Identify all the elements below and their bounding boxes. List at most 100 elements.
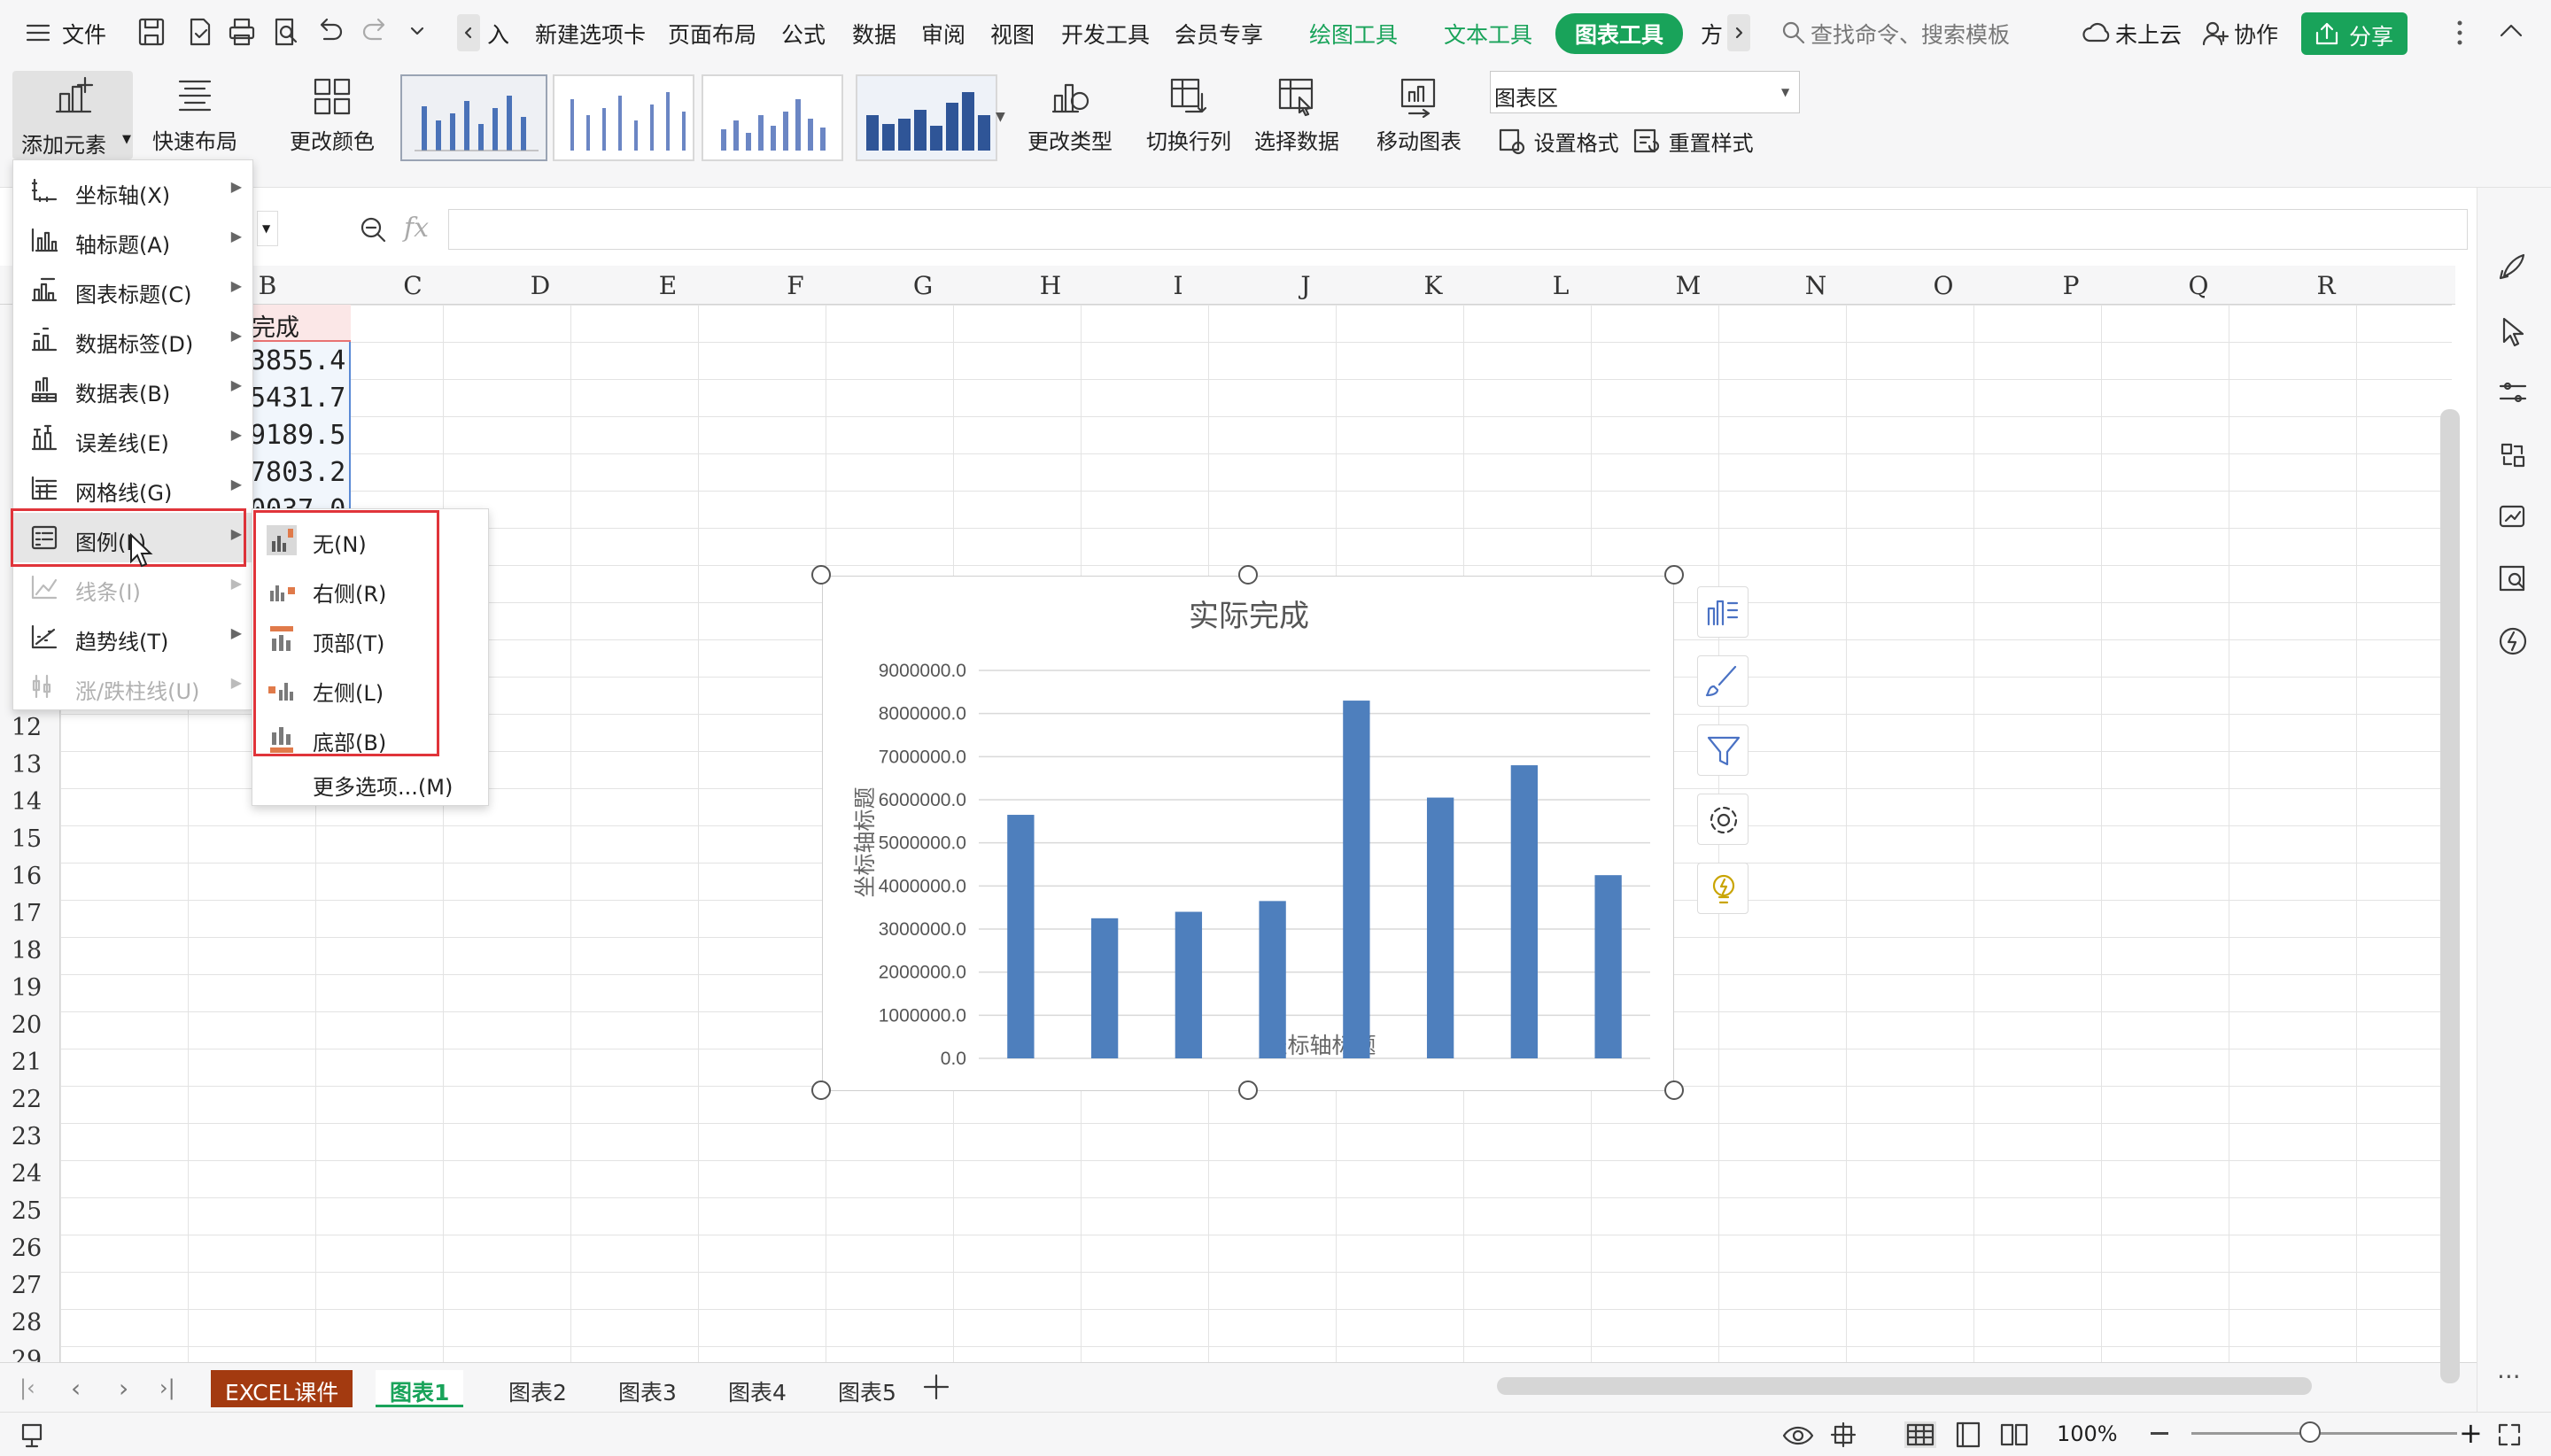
row-header[interactable]: 25 [0,1197,53,1225]
bar-5[interactable] [1343,701,1370,1058]
chart-elements-button[interactable] [1697,586,1748,638]
quick-access-dropdown-icon[interactable] [409,23,425,39]
search-input[interactable]: 查找命令、搜索模板 [1811,18,2010,50]
change-type-button[interactable]: 更改类型 [1020,74,1120,155]
column-header-r[interactable]: R [2308,271,2344,300]
legend-more-options[interactable]: 更多选项...(M) [252,761,488,803]
last-sheet-icon[interactable]: ›| [159,1375,175,1400]
row-header[interactable]: 23 [0,1123,53,1150]
next-sheet-icon[interactable]: › [119,1374,128,1403]
undo-icon[interactable] [315,16,345,48]
menu-item-chart-title[interactable]: 图表标题(C) ▶ [13,265,252,314]
resize-handle[interactable] [811,1080,831,1100]
add-element-button[interactable]: 添加元素 ▼ [12,71,133,159]
menu-item-axis-title[interactable]: 轴标题(A) ▶ [13,215,252,265]
tab-view[interactable]: 视图 [990,18,1035,50]
menu-item-gridlines[interactable]: 网格线(G) ▶ [13,463,252,513]
sheet-tab[interactable]: 图表5 [824,1370,911,1407]
row-header[interactable]: 21 [0,1049,53,1076]
chart-gallery-icon[interactable] [2497,501,2529,533]
change-color-button[interactable]: 更改颜色 [275,74,390,155]
prev-sheet-icon[interactable]: ‹ [71,1374,81,1403]
tab-scroll-right-icon[interactable] [1727,14,1750,51]
row-header[interactable]: 14 [0,788,53,816]
sheet-tab[interactable]: 图表3 [604,1370,691,1407]
header-cell[interactable]: 完成 [250,305,351,342]
reset-style-button[interactable]: 重置样式 [1632,126,1754,157]
tab-chart-tools[interactable]: 图表工具 [1555,13,1684,54]
add-sheet-icon[interactable] [921,1372,951,1402]
share-button[interactable]: 分享 [2301,12,2408,55]
row-header[interactable]: 26 [0,1235,53,1262]
cell-focus-icon[interactable] [1830,1421,1862,1448]
row-header[interactable]: 15 [0,825,53,853]
tab-review[interactable]: 审阅 [921,18,965,50]
more-options-icon[interactable] [2455,18,2464,48]
tab-data[interactable]: 数据 [852,18,896,50]
horizontal-scrollbar[interactable] [1470,1375,2409,1398]
column-header-g[interactable]: G [905,271,941,300]
sheet-tab-active[interactable]: 图表1 [376,1370,464,1407]
data-cell[interactable]: 3855.4 [250,345,345,376]
collab-button[interactable]: 协作 [2234,18,2278,50]
chart-filter-button[interactable] [1697,724,1748,776]
chart-area[interactable]: 实际完成 坐标轴标题 坐标轴标题 9000000.0 8000000.0 70000… [822,576,1674,1091]
chart-smart-button[interactable] [1697,863,1748,914]
tab-scroll-left-icon[interactable] [457,14,480,51]
menu-item-trendline[interactable]: 趋势线(T) ▶ [13,612,252,662]
data-cell[interactable]: 7803.2 [250,457,345,488]
tab-page-layout[interactable]: 页面布局 [668,18,756,50]
column-header-n[interactable]: N [1798,271,1834,300]
data-cell[interactable]: 9189.5 [250,420,345,451]
column-header-q[interactable]: Q [2181,271,2216,300]
rocket-icon[interactable] [2497,252,2529,283]
tab-new[interactable]: 新建选项卡 [535,18,646,50]
zoom-level[interactable]: 100% [2057,1421,2118,1446]
chart-element-select[interactable]: 图表区 ▼ [1490,71,1800,113]
search-icon[interactable] [1780,19,1807,46]
print-icon[interactable] [227,16,257,48]
name-box-dropdown-icon[interactable]: ▼ [257,211,278,246]
tab-member[interactable]: 会员专享 [1175,18,1263,50]
bar-3[interactable] [1175,911,1203,1058]
row-header[interactable]: 27 [0,1272,53,1299]
zoom-out-icon[interactable] [2151,1432,2168,1435]
cloud-icon[interactable] [2082,19,2112,46]
image-search-icon[interactable] [2497,563,2529,595]
chart-style-3[interactable] [702,74,843,161]
formula-input[interactable] [448,209,2468,250]
row-header[interactable]: 17 [0,900,53,927]
row-header[interactable]: 22 [0,1086,53,1113]
zoom-formula-icon[interactable] [358,214,390,246]
column-header-c[interactable]: C [395,271,430,300]
column-header-f[interactable]: F [778,271,813,300]
row-header[interactable]: 13 [0,751,53,778]
cloud-status[interactable]: 未上云 [2115,18,2182,50]
collapse-ribbon-icon[interactable] [2498,21,2524,41]
data-cell[interactable]: 5431.7 [250,383,345,414]
row-header[interactable]: 20 [0,1011,53,1039]
chart-settings-button[interactable] [1697,794,1748,845]
column-header-m[interactable]: M [1671,271,1706,300]
normal-view-icon[interactable] [1904,1421,1936,1448]
set-format-button[interactable]: 设置格式 [1497,126,1619,157]
column-header-l[interactable]: L [1543,271,1578,300]
column-header-k[interactable]: K [1415,271,1451,300]
zoom-in-icon[interactable]: + [2459,1416,2483,1450]
column-header-e[interactable]: E [650,271,686,300]
resize-handle[interactable] [1664,1080,1684,1100]
zoom-slider-thumb[interactable] [2299,1421,2321,1443]
vertical-scrollbar-thumb[interactable] [2440,409,2460,1383]
bar-8[interactable] [1594,875,1622,1058]
redo-icon[interactable] [360,16,390,48]
resize-handle[interactable] [811,565,831,585]
scrollbar-thumb[interactable] [1497,1377,2312,1395]
row-header[interactable]: 24 [0,1160,53,1188]
resize-handle[interactable] [1238,565,1258,585]
menu-item-error-bars[interactable]: 误差线(E) ▶ [13,414,252,463]
hamburger-menu-icon[interactable] [25,19,51,46]
page-break-view-icon[interactable] [1998,1421,2030,1448]
row-header[interactable]: 28 [0,1309,53,1336]
sheet-tab[interactable]: 图表2 [494,1370,581,1407]
tab-developer[interactable]: 开发工具 [1061,18,1150,50]
